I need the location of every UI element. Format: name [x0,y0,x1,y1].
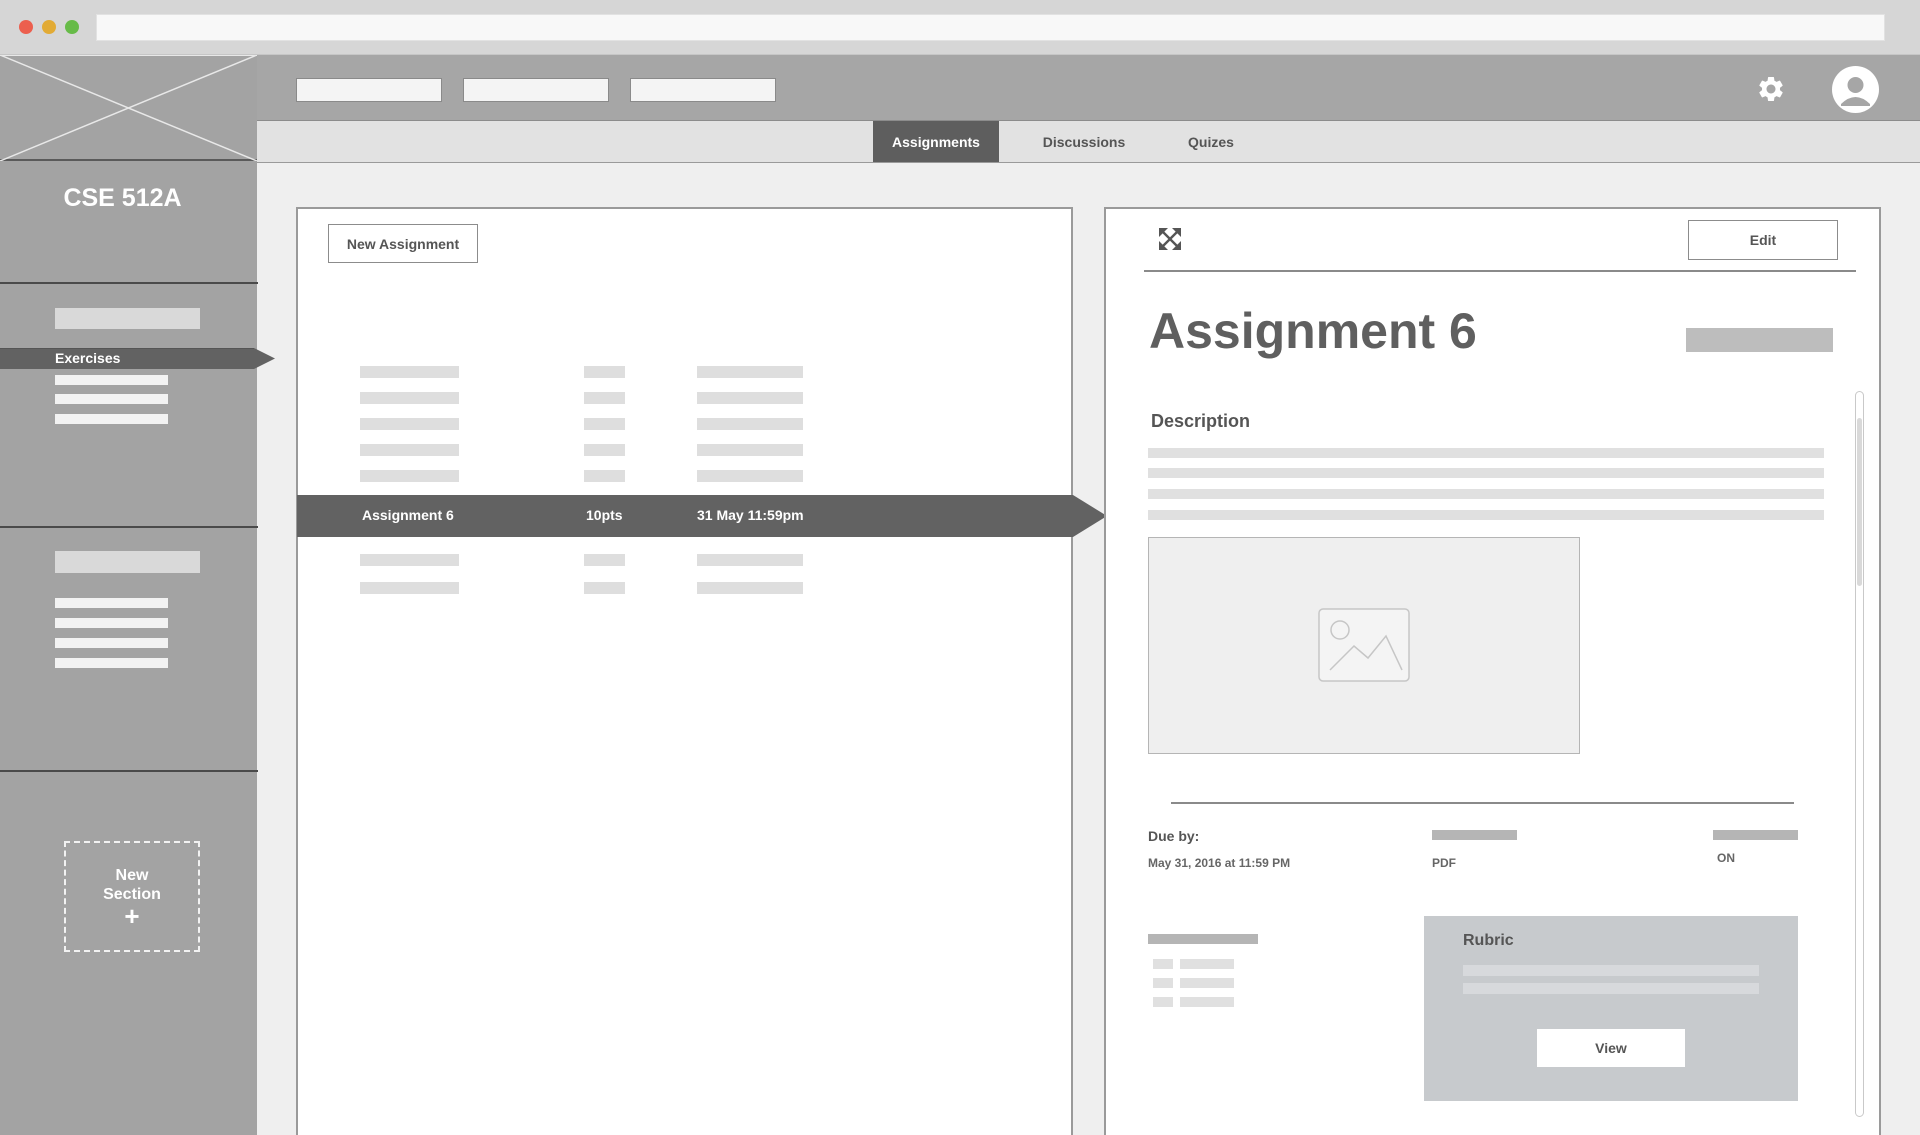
header-nav-field[interactable] [630,78,776,102]
description-heading: Description [1151,411,1251,431]
description-image [1148,537,1580,754]
list-item-due-placeholder [697,582,803,594]
sidebar-item-placeholder[interactable] [55,414,168,424]
list-item-due-placeholder [697,418,803,430]
format-value: PDF [1432,856,1456,870]
list-item-name-placeholder [360,444,459,456]
list-item-due-placeholder [697,366,803,378]
attachments-label-placeholder [1148,934,1258,944]
new-assignment-button[interactable]: New Assignment [328,224,478,263]
list-item-points-placeholder [584,444,625,456]
assignment-list-panel [296,207,1073,1135]
list-item-name-placeholder [360,582,459,594]
sidebar-divider [0,526,258,528]
meta-divider [1171,802,1794,804]
format-label-placeholder [1432,830,1517,840]
sidebar-item-placeholder[interactable] [55,375,168,385]
attachment-icon-placeholder [1153,978,1173,988]
header-nav-field[interactable] [463,78,609,102]
sidebar-item-placeholder[interactable] [55,394,168,404]
attachment-name-placeholder[interactable] [1180,959,1234,969]
toggle-label-placeholder [1713,830,1798,840]
description-text-placeholder [1148,510,1824,520]
expand-icon[interactable] [1158,227,1182,251]
rubric-text-placeholder [1463,983,1759,994]
toggle-value[interactable]: ON [1717,851,1735,865]
logo-image-icon [0,54,258,162]
sidebar-divider [0,770,258,772]
edit-button[interactable]: Edit [1688,220,1838,260]
rubric-text-placeholder [1463,965,1759,976]
list-item-due-placeholder [697,470,803,482]
status-placeholder [1686,328,1833,352]
tab-assignments[interactable]: Assignments [873,121,999,162]
sidebar-item-placeholder[interactable] [55,638,168,648]
sidebar-item-placeholder[interactable] [55,618,168,628]
address-bar[interactable] [96,14,1885,41]
plus-icon: + [124,900,140,931]
list-item-points-placeholder [584,418,625,430]
section-heading-placeholder [55,551,200,573]
description-text-placeholder [1148,468,1824,478]
rubric-title: Rubric [1463,932,1514,949]
list-item-points-placeholder [584,392,625,404]
attachment-name-placeholder[interactable] [1180,997,1234,1007]
attachment-icon-placeholder [1153,997,1173,1007]
due-by-value: May 31, 2016 at 11:59 PM [1148,856,1291,870]
list-item-due-placeholder [697,392,803,404]
description-text-placeholder [1148,489,1824,499]
list-item-name-placeholder [360,366,459,378]
logo-placeholder [0,54,258,162]
detail-scrollbar-thumb[interactable] [1857,418,1862,586]
view-rubric-button[interactable]: View [1537,1029,1685,1067]
list-item-points-placeholder [584,470,625,482]
header-nav-field[interactable] [296,78,442,102]
sidebar [0,55,257,1135]
due-by-label: Due by: [1148,828,1200,844]
window-maximize-button[interactable] [65,20,79,34]
list-item-name-placeholder [360,392,459,404]
list-item-due-placeholder [697,444,803,456]
list-item-name-placeholder [360,418,459,430]
sidebar-item-exercises[interactable]: Exercises [55,350,120,366]
selected-assignment-points: 10pts [586,507,623,523]
sidebar-divider [0,282,258,284]
sidebar-item-placeholder[interactable] [55,598,168,608]
course-title: CSE 512A [63,184,182,212]
list-item-points-placeholder [584,582,625,594]
user-avatar-icon [1841,77,1870,106]
gear-icon[interactable] [1756,74,1786,104]
window-minimize-button[interactable] [42,20,56,34]
attachment-icon-placeholder [1153,959,1173,969]
description-text-placeholder [1148,448,1824,458]
list-item-name-placeholder [360,470,459,482]
section-heading-placeholder [55,308,200,329]
sidebar-item-active-bg[interactable] [0,348,275,369]
new-section-label: New [115,866,149,884]
selected-assignment-name[interactable]: Assignment 6 [362,507,454,523]
sidebar-item-placeholder[interactable] [55,658,168,668]
detail-header-divider [1144,270,1856,272]
assignment-title: Assignment 6 [1149,303,1477,359]
window-close-button[interactable] [19,20,33,34]
list-item-name-placeholder [360,554,459,566]
image-placeholder-icon [1318,608,1410,682]
attachment-name-placeholder[interactable] [1180,978,1234,988]
list-item-due-placeholder [697,554,803,566]
tab-discussions[interactable]: Discussions [1031,121,1137,162]
tab-quizes[interactable]: Quizes [1172,121,1250,162]
selected-assignment-due: 31 May 11:59pm [697,507,804,523]
new-section-button[interactable]: New Section + [64,841,200,952]
list-item-points-placeholder [584,366,625,378]
list-item-points-placeholder [584,554,625,566]
avatar[interactable] [1832,66,1879,113]
